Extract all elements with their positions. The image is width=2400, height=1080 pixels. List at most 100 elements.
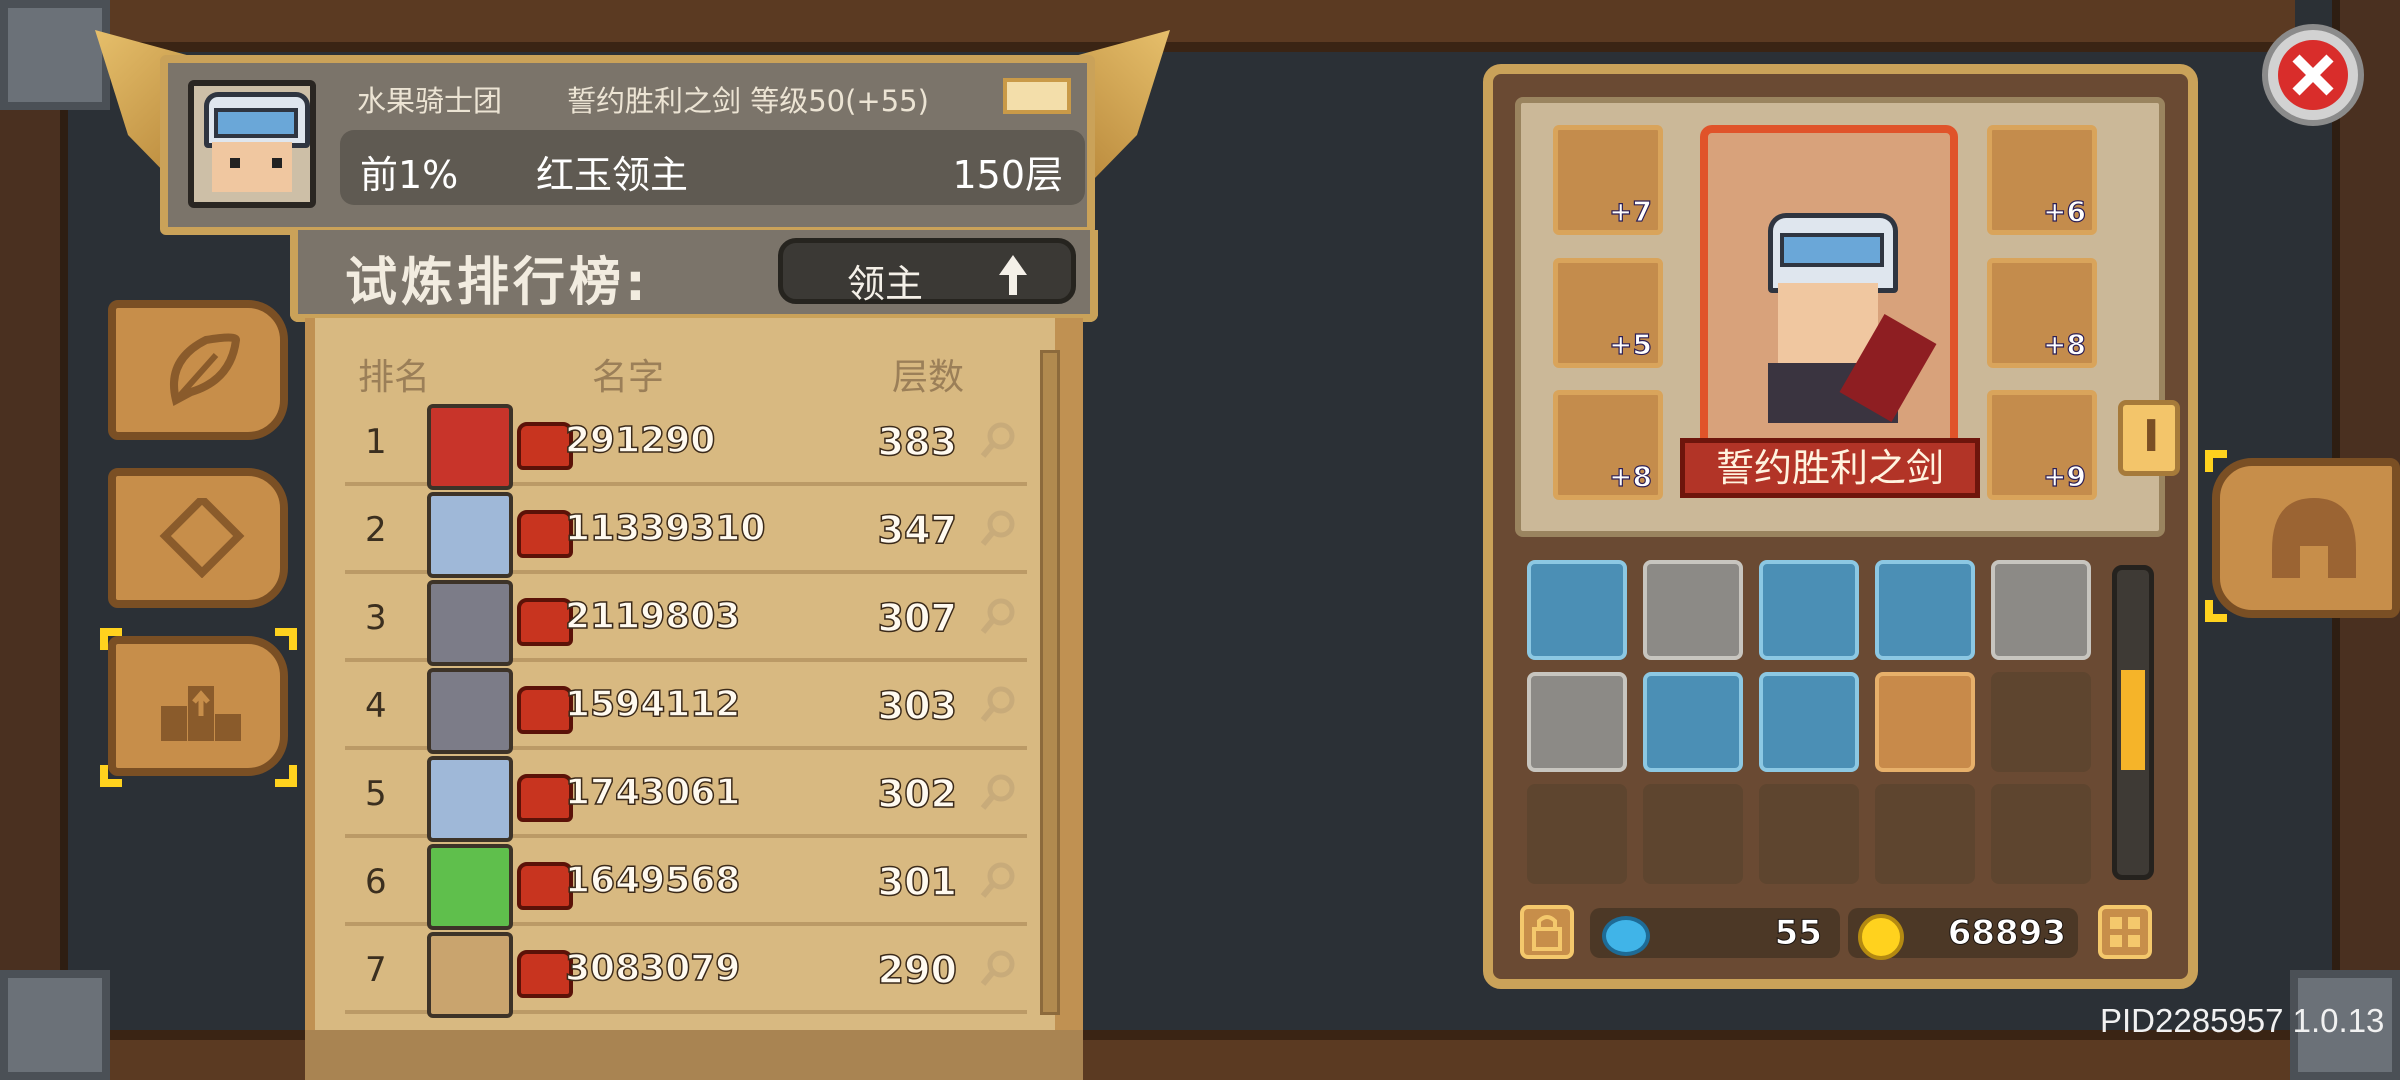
coin-icon [1858,914,1904,960]
mode-label: 领主 [847,262,924,306]
row-rank: 5 [365,774,387,814]
inventory-slot-bow[interactable] [1527,560,1627,660]
lock-button[interactable] [1520,905,1574,959]
tab-marker-label: I [2143,411,2160,462]
gem-amount: 55 [1774,913,1822,954]
magnifier-icon[interactable] [979,860,1019,900]
character-name: 誓约胜利之剑 [1680,438,1980,498]
character-tab-button[interactable] [2212,458,2400,618]
frame-left [0,0,68,1080]
selection-corner [275,765,297,787]
helmet-icon [2272,498,2356,578]
gem-counter: 55 [1590,908,1840,958]
equipment-slot-armor[interactable]: +8 [1987,258,2097,368]
column-name: 名字 [592,357,665,398]
slot-enhance-level: +8 [1608,459,1652,493]
coin-counter: 68893 [1848,908,2078,960]
row-score: 2119803 [564,595,741,638]
row-score: 1649568 [564,859,741,902]
slot-enhance-level: +7 [1608,194,1652,228]
close-icon [2292,54,2334,96]
inventory-slot-ring[interactable] [1875,672,1975,772]
inventory-slot-sword[interactable] [1643,672,1743,772]
player-avatar[interactable] [188,80,316,208]
magnifier-icon[interactable] [979,420,1019,460]
selection-corner [2205,600,2227,622]
table-row[interactable]: 5 1743061 302 [345,752,1027,842]
player-avatar [427,404,513,490]
boss-name: 红玉领主 [536,153,689,197]
column-floors: 层数 [892,357,965,398]
inventory-slot-empty[interactable] [1759,784,1859,884]
row-score: 3083079 [564,947,741,990]
equipment-slot-weapon[interactable]: +9 [1987,390,2097,500]
leaderboard-button[interactable] [108,636,288,776]
magnifier-icon[interactable] [979,508,1019,548]
row-rank: 2 [365,510,387,550]
table-row[interactable]: 3 2119803 307 [345,576,1027,666]
magnifier-icon[interactable] [979,684,1019,724]
table-row[interactable]: 7 3083079 290 [345,928,1027,1018]
row-floors: 307 [877,595,958,641]
row-floors: 383 [877,419,958,465]
skills-button[interactable] [108,468,288,608]
row-floors: 302 [877,771,958,817]
sort-grid-button[interactable] [2098,905,2152,959]
magnifier-icon[interactable] [979,596,1019,636]
grid-icon [2110,917,2140,947]
table-row[interactable]: 6 1649568 301 [345,840,1027,930]
gem-icon [1602,916,1650,956]
magnifier-icon[interactable] [979,772,1019,812]
equipment-slot-ring[interactable]: +5 [1553,258,1663,368]
character-portrait [1700,125,1958,455]
row-rank: 4 [365,686,387,726]
leaf-icon [170,333,241,406]
inventory-slot-empty[interactable] [1991,672,2091,772]
equipment-slot-helmet[interactable]: +6 [1987,125,2097,235]
talent-button[interactable] [108,300,288,440]
inventory-slot-sword[interactable] [1759,672,1859,772]
rank-summary: 前1% 红玉领主 150层 [340,130,1085,205]
player-avatar [427,756,513,842]
table-row[interactable]: 1 291290 383 [345,400,1027,490]
frame-top [105,0,2295,52]
row-floors: 303 [877,683,958,729]
inventory-slot-empty[interactable] [1527,784,1627,884]
inventory-slot-empty[interactable] [1991,784,2091,884]
inventory-scroll-thumb[interactable] [2121,670,2145,770]
best-floor: 150层 [952,153,1063,197]
magnifier-icon[interactable] [979,948,1019,988]
player-avatar [427,932,513,1018]
table-row[interactable]: 4 1594112 303 [345,664,1027,754]
guild-name: 水果骑士团 [357,84,503,118]
selection-corner [100,765,122,787]
ticket-icon[interactable] [1003,78,1071,114]
inventory-slot-sword[interactable] [1759,560,1859,660]
row-rank: 6 [365,862,387,902]
inventory-slot-bow[interactable] [1527,672,1627,772]
table-row[interactable]: 2 11339310 347 [345,488,1027,578]
row-rank: 1 [365,422,387,462]
equipment-tab-marker[interactable]: I [2118,400,2180,476]
equipment-slot-gloves[interactable]: +8 [1553,390,1663,500]
inventory-slot-crossbow[interactable] [1991,560,2091,660]
selection-corner [100,628,122,650]
leaderboard-footer-band [305,1030,1083,1080]
player-avatar [427,668,513,754]
row-score: 1743061 [564,771,741,814]
mode-switch-button[interactable]: 领主 [778,238,1076,306]
inventory-slot-chest[interactable] [1643,560,1743,660]
leaderboard-scrollbar[interactable] [1040,350,1060,1015]
slot-enhance-level: +9 [2042,459,2086,493]
row-floors: 347 [877,507,958,553]
inventory-slot-empty[interactable] [1875,784,1975,884]
column-rank: 排名 [358,357,431,398]
close-button[interactable] [2262,24,2364,126]
row-score: 11339310 [564,507,766,550]
diamond-icon [159,498,245,578]
lock-icon [1532,915,1562,951]
row-floors: 290 [877,947,958,993]
inventory-slot-sword[interactable] [1875,560,1975,660]
inventory-slot-empty[interactable] [1643,784,1743,884]
equipment-slot-amulet[interactable]: +7 [1553,125,1663,235]
